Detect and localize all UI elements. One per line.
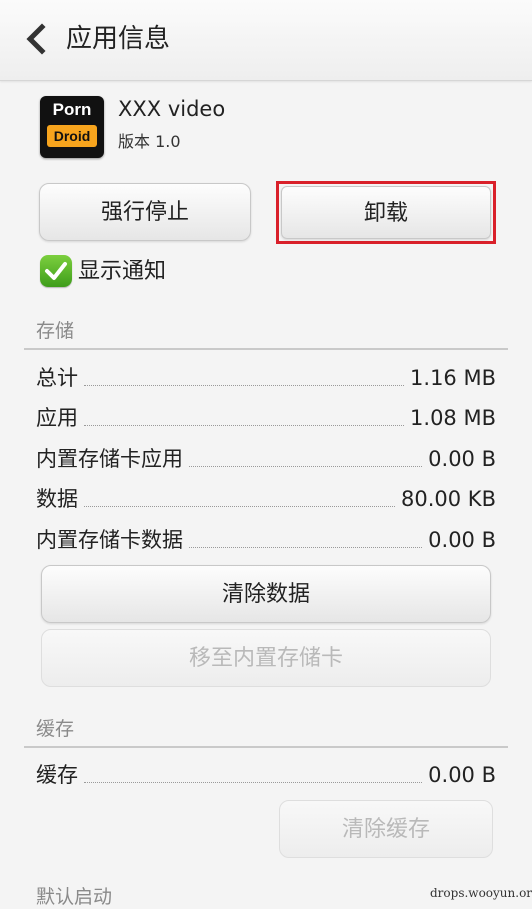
leader-dots	[189, 546, 423, 548]
storage-row-label: 应用	[36, 406, 78, 430]
app-icon: Porn Droid	[40, 96, 104, 158]
action-bar: 应用信息	[0, 0, 532, 81]
show-notification-checkbox[interactable]	[40, 255, 72, 287]
clear-cache-button[interactable]: 清除缓存	[279, 800, 493, 858]
storage-divider	[24, 348, 508, 350]
leader-dots	[84, 424, 405, 426]
page-title: 应用信息	[66, 24, 171, 54]
storage-row-value: 0.00 B	[428, 447, 496, 471]
storage-row-label: 总计	[36, 366, 78, 390]
storage-row-data: 数据 80.00 KB	[36, 481, 496, 513]
clear-data-button[interactable]: 清除数据	[41, 565, 491, 623]
storage-row-app: 应用 1.08 MB	[36, 400, 496, 432]
app-version: 版本 1.0	[118, 132, 181, 151]
cache-row-value: 0.00 B	[428, 763, 496, 787]
uninstall-button[interactable]: 卸载	[281, 186, 491, 239]
force-stop-button[interactable]: 强行停止	[39, 183, 251, 241]
show-notification-label: 显示通知	[78, 259, 167, 284]
storage-row-internal-data: 内置存储卡数据 0.00 B	[36, 522, 496, 554]
app-icon-text-bottom: Droid	[47, 125, 97, 147]
storage-row-value: 1.08 MB	[410, 406, 496, 430]
storage-row-value: 1.16 MB	[410, 366, 496, 390]
storage-row-label: 内置存储卡数据	[36, 528, 183, 552]
move-to-internal-card-button[interactable]: 移至内置存储卡	[41, 629, 491, 687]
storage-row-label: 数据	[36, 487, 78, 511]
app-icon-text-top: Porn	[52, 100, 92, 119]
storage-row-total: 总计 1.16 MB	[36, 360, 496, 392]
cache-row-label: 缓存	[36, 763, 78, 787]
storage-row-value: 0.00 B	[428, 528, 496, 552]
cache-divider	[24, 746, 508, 748]
storage-row-label: 内置存储卡应用	[36, 447, 183, 471]
back-arrow-icon[interactable]	[22, 22, 52, 56]
leader-dots	[84, 505, 396, 507]
watermark: drops.wooyun.org	[430, 886, 532, 900]
cache-section-title: 缓存	[36, 718, 75, 740]
storage-row-value: 80.00 KB	[401, 487, 496, 511]
cache-row: 缓存 0.00 B	[36, 757, 496, 789]
storage-row-internal-app: 内置存储卡应用 0.00 B	[36, 441, 496, 473]
leader-dots	[84, 781, 423, 783]
checkmark-icon	[45, 262, 67, 280]
app-name: XXX video	[118, 97, 226, 121]
default-launch-section-title: 默认启动	[36, 886, 113, 908]
storage-section-title: 存储	[36, 320, 75, 342]
leader-dots	[84, 384, 405, 386]
leader-dots	[189, 465, 423, 467]
